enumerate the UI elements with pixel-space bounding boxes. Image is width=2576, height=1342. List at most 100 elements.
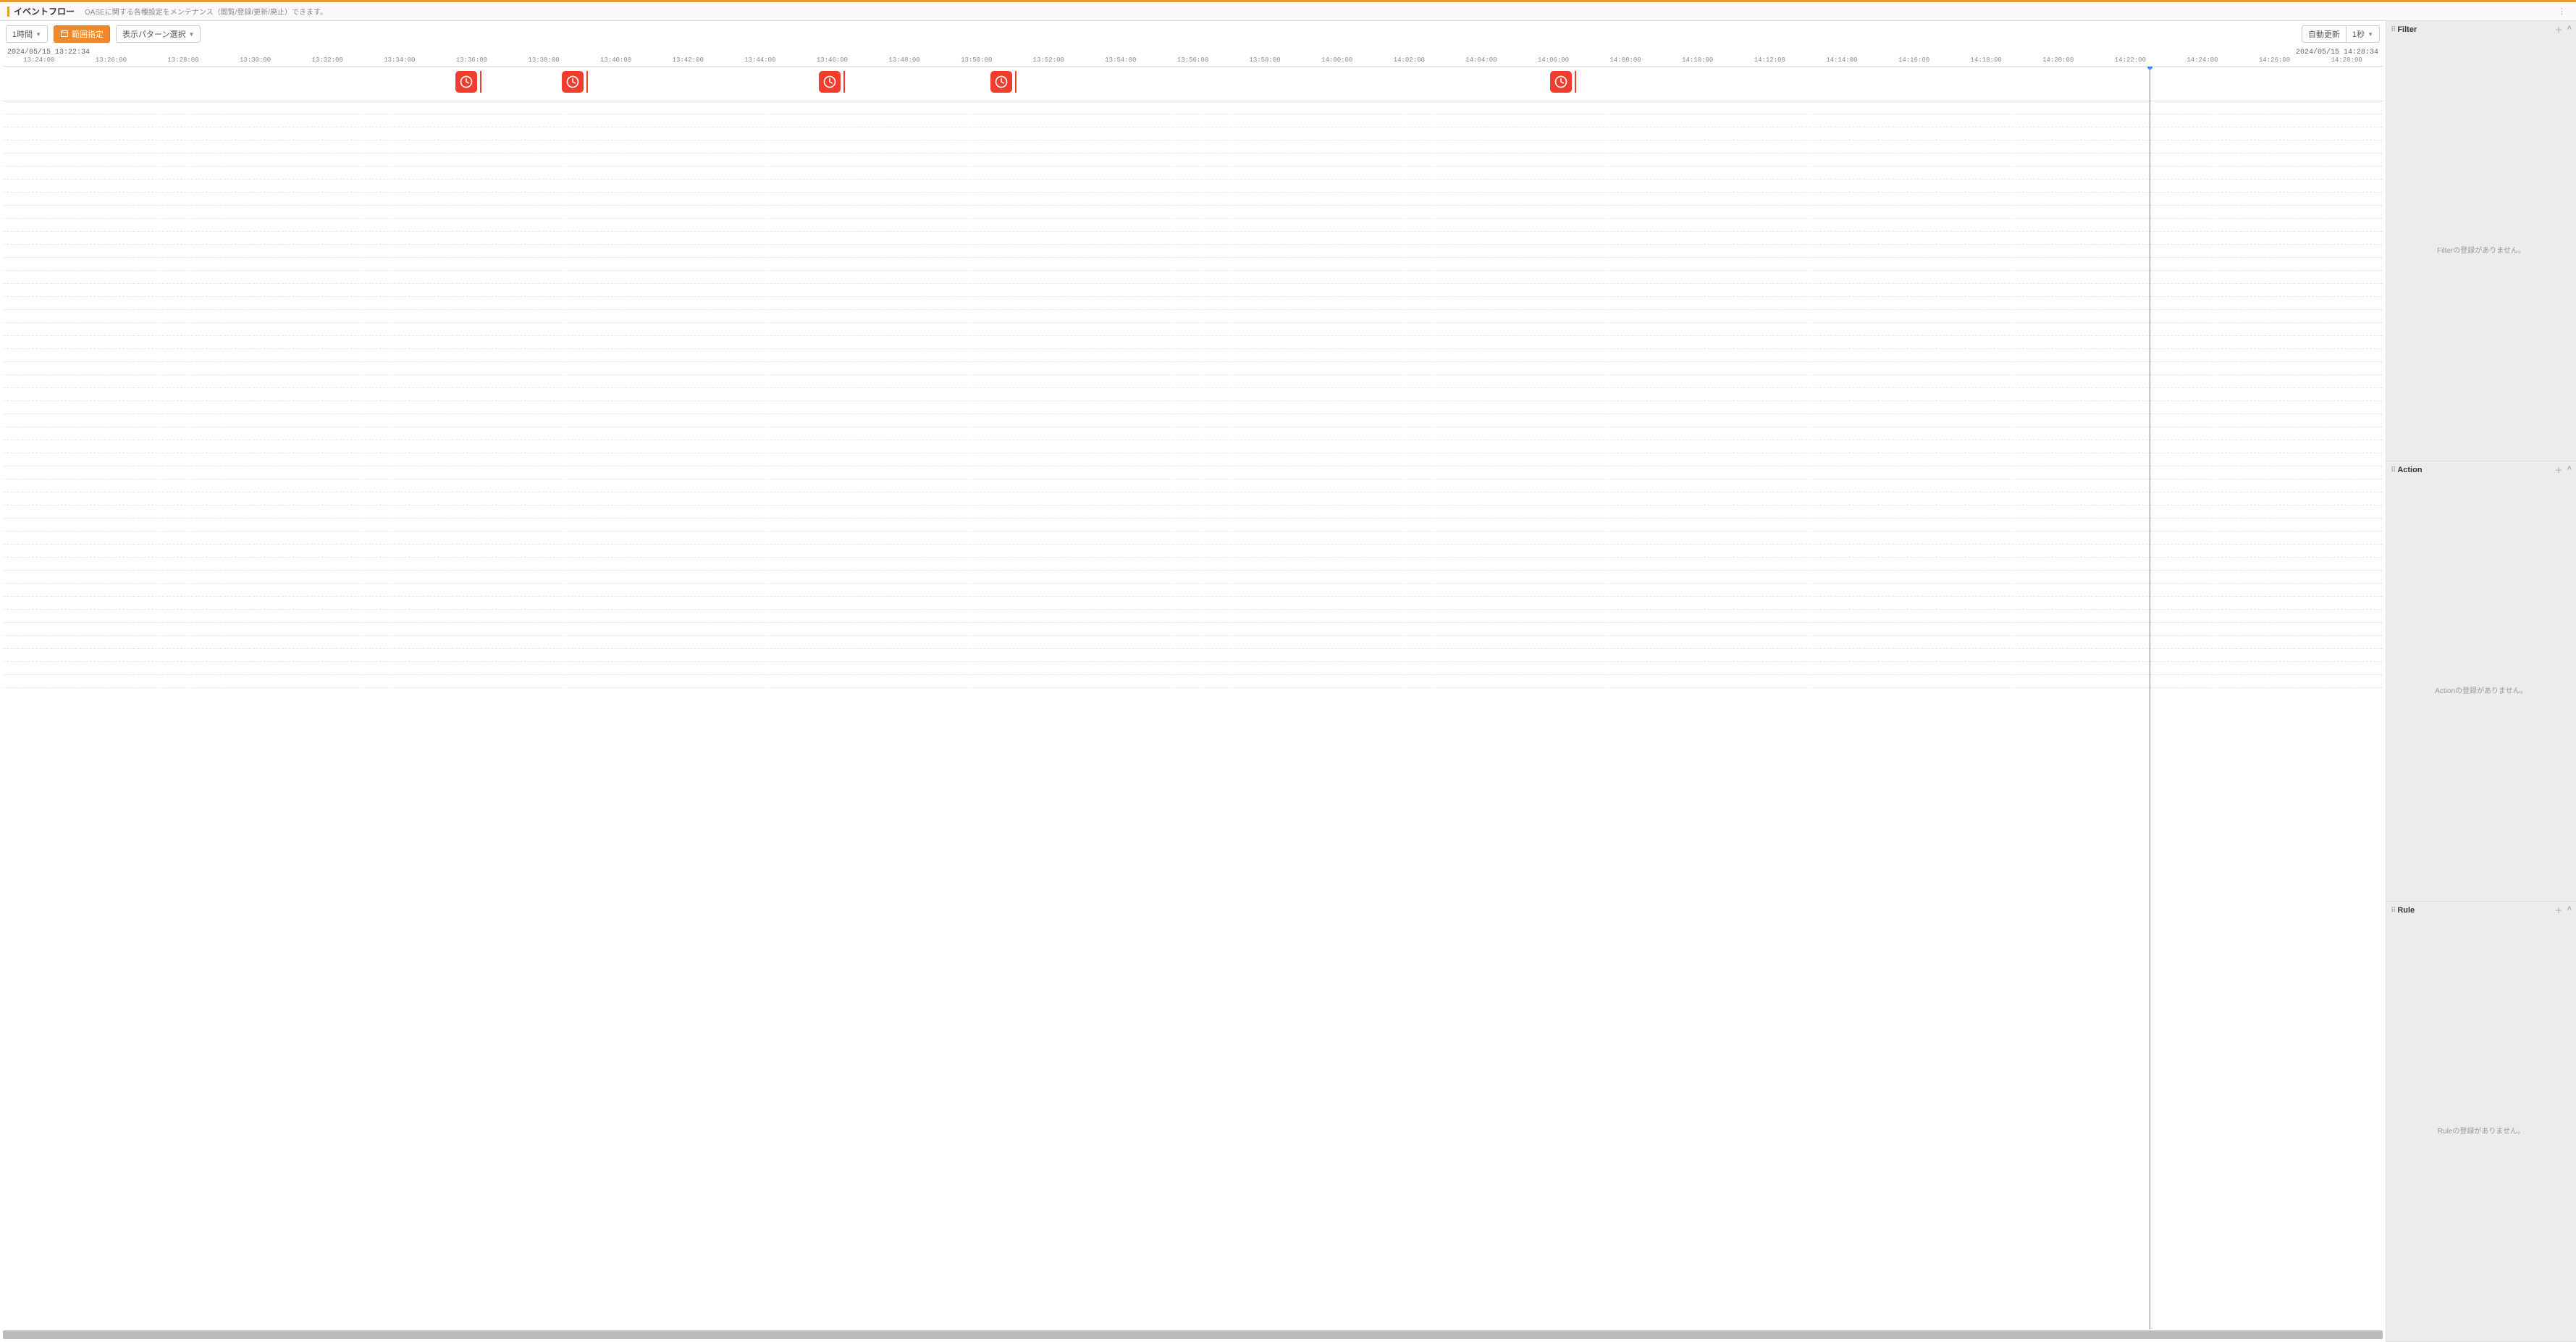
timeline-row: [3, 154, 2383, 167]
time-tick: 13:52:00: [1033, 56, 1064, 64]
refresh-interval-select[interactable]: 1秒 ▼: [2346, 25, 2380, 43]
timeline-row: [3, 558, 2383, 571]
time-tick: 14:04:00: [1465, 56, 1497, 64]
timeline-row: [3, 375, 2383, 388]
time-tick: 13:38:00: [528, 56, 559, 64]
timeline-row: [3, 180, 2383, 193]
time-tick: 14:24:00: [2186, 56, 2218, 64]
timeline-row: [3, 388, 2383, 401]
timeline-row: [3, 67, 2383, 101]
timeline-row: [3, 492, 2383, 506]
filter-panel-title: Filter: [2397, 25, 2417, 34]
filter-panel-header: ⠿ Filter ＋ ˄: [2386, 21, 2576, 38]
rule-collapse-button[interactable]: ˄: [2567, 905, 2572, 916]
drag-handle-icon[interactable]: ⠿: [2391, 907, 2394, 915]
time-tick: 14:26:00: [2259, 56, 2290, 64]
timeline-row: [3, 349, 2383, 362]
rule-panel: ⠿ Rule ＋ ˄ Ruleの登録がありません。: [2386, 902, 2576, 1342]
side-panels: ⠿ Filter ＋ ˄ Filterの登録がありません。 ⠿ Action ＋…: [2386, 21, 2576, 1342]
time-tick: 13:44:00: [744, 56, 775, 64]
timeline-row: [3, 414, 2383, 427]
time-tick: 13:54:00: [1105, 56, 1136, 64]
time-tick: 13:48:00: [888, 56, 919, 64]
time-range-label: 1時間: [12, 28, 33, 40]
timeline-chart[interactable]: [3, 67, 2383, 1329]
time-tick: 13:58:00: [1249, 56, 1280, 64]
event-tail: [1015, 71, 1016, 93]
timeline-row: [3, 401, 2383, 414]
timeline-row: [3, 271, 2383, 284]
timeline-event[interactable]: [1550, 71, 1576, 93]
timeline-event[interactable]: [990, 71, 1016, 93]
timeline-row: [3, 141, 2383, 154]
horizontal-scrollbar[interactable]: [3, 1330, 2383, 1339]
rule-empty-text: Ruleの登録がありません。: [2438, 1125, 2525, 1136]
time-tick: 14:02:00: [1394, 56, 1425, 64]
time-tick: 13:36:00: [456, 56, 487, 64]
timeline-row: [3, 584, 2383, 597]
interval-label: 1秒: [2352, 28, 2365, 40]
filter-add-button[interactable]: ＋: [2555, 24, 2563, 35]
timeline-row: [3, 284, 2383, 297]
timeline-event[interactable]: [455, 71, 481, 93]
time-axis-ticks: 13:24:0013:26:0013:28:0013:30:0013:32:00…: [3, 56, 2383, 67]
timeline-event[interactable]: [562, 71, 588, 93]
page-title: イベントフロー: [14, 5, 75, 17]
timeline-row: [3, 545, 2383, 558]
event-tail: [1575, 71, 1576, 93]
drag-handle-icon[interactable]: ⠿: [2391, 466, 2394, 474]
timeline-row: [3, 675, 2383, 688]
auto-refresh-label: 自動更新: [2308, 28, 2340, 40]
timeline-row: [3, 232, 2383, 245]
page-description: OASEに関する各種設定をメンテナンス（閲覧/登録/更新/廃止）できます。: [85, 6, 327, 17]
rule-add-button[interactable]: ＋: [2555, 905, 2563, 916]
auto-refresh-button[interactable]: 自動更新: [2302, 25, 2346, 43]
display-pattern-select[interactable]: 表示パターン選択 ▼: [116, 25, 201, 43]
timeline-row: [3, 453, 2383, 466]
timeline-row: [3, 662, 2383, 675]
time-tick: 13:56:00: [1177, 56, 1208, 64]
time-tick: 13:30:00: [240, 56, 271, 64]
timeline-event[interactable]: [819, 71, 845, 93]
rule-panel-title: Rule: [2397, 906, 2415, 915]
drag-handle-icon[interactable]: ⠿: [2391, 26, 2394, 34]
event-tail: [843, 71, 845, 93]
action-panel-header: ⠿ Action ＋ ˄: [2386, 461, 2576, 479]
action-panel-title: Action: [2397, 466, 2422, 474]
timeline-row: [3, 297, 2383, 310]
time-tick: 14:18:00: [1971, 56, 2002, 64]
timeline-row: [3, 362, 2383, 375]
time-tick: 14:22:00: [2115, 56, 2146, 64]
event-tail: [586, 71, 588, 93]
chevron-down-icon: ▼: [2367, 31, 2373, 38]
time-tick: 14:00:00: [1321, 56, 1352, 64]
filter-empty-text: Filterの登録がありません。: [2437, 244, 2525, 255]
timeline-row: [3, 506, 2383, 519]
timeline-row: [3, 167, 2383, 180]
timeline-row: [3, 571, 2383, 584]
clock-icon: [819, 71, 841, 93]
time-tick: 14:12:00: [1754, 56, 1785, 64]
range-specify-button[interactable]: 範囲指定: [54, 25, 110, 43]
action-add-button[interactable]: ＋: [2555, 464, 2563, 476]
timeline-toolbar: 1時間 ▼ 範囲指定 表示パターン選択 ▼ 自動更新 1秒 ▼: [0, 21, 2386, 47]
timeline-row: [3, 245, 2383, 258]
timeline-row: [3, 427, 2383, 440]
timeline-row: [3, 597, 2383, 610]
timeline-row: [3, 206, 2383, 219]
timeline-row: [3, 532, 2383, 545]
time-tick: 13:26:00: [96, 56, 127, 64]
page-header: イベントフロー OASEに関する各種設定をメンテナンス（閲覧/登録/更新/廃止）…: [0, 2, 2576, 21]
header-menu-button[interactable]: ⋮: [2555, 7, 2569, 16]
timeline-row: [3, 219, 2383, 232]
timeline-row: [3, 258, 2383, 271]
time-tick: 13:40:00: [600, 56, 631, 64]
clock-icon: [990, 71, 1012, 93]
scrollbar-thumb[interactable]: [3, 1330, 2383, 1339]
time-range-select[interactable]: 1時間 ▼: [6, 25, 48, 43]
action-panel-body: Actionの登録がありません。: [2386, 479, 2576, 901]
filter-collapse-button[interactable]: ˄: [2567, 24, 2572, 35]
time-end: 2024/05/15 14:28:34: [2296, 49, 2378, 56]
action-collapse-button[interactable]: ˄: [2567, 464, 2572, 476]
timeline-row: [3, 101, 2383, 114]
